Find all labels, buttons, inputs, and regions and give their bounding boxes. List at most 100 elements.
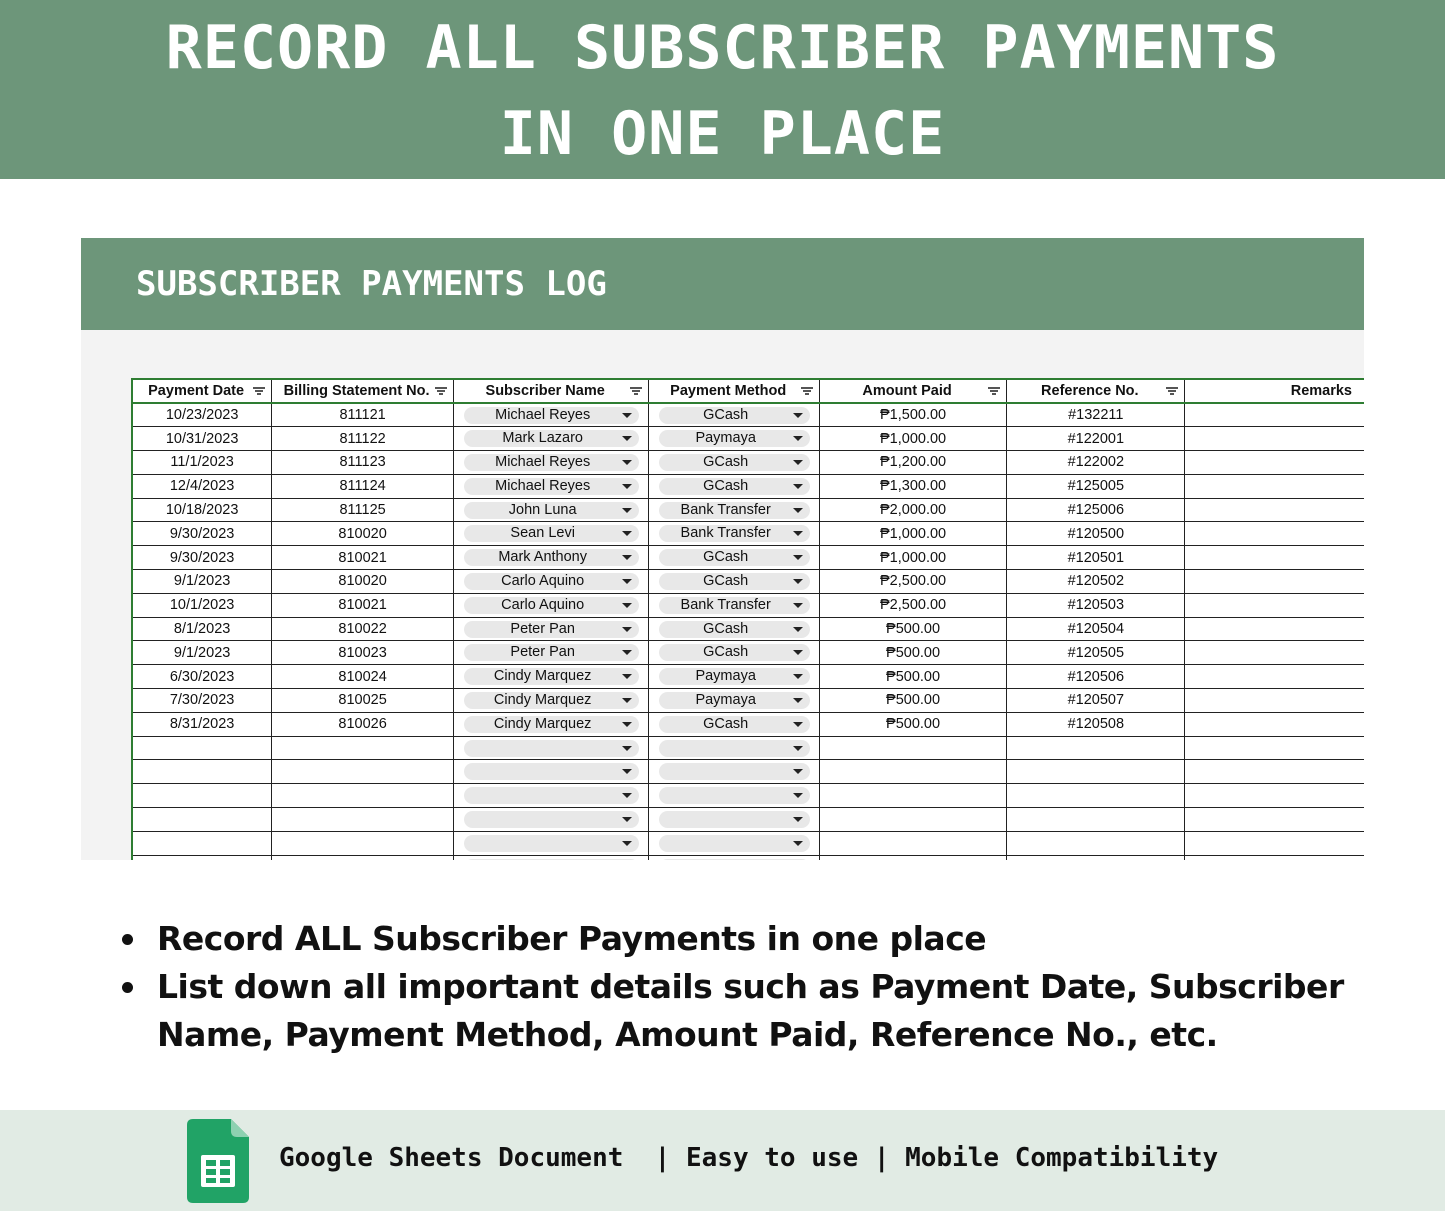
billing-statement-cell[interactable] (271, 736, 454, 761)
reference-no-cell[interactable]: #120502 (1006, 569, 1186, 594)
dropdown-arrow-icon[interactable] (622, 745, 633, 751)
column-header[interactable]: Subscriber Name (453, 378, 650, 404)
filter-icon[interactable] (630, 387, 643, 396)
billing-statement-cell[interactable]: 811121 (271, 403, 454, 428)
reference-no-cell[interactable]: #122002 (1006, 450, 1186, 475)
payment-method-cell[interactable]: Paymaya (648, 688, 820, 713)
subscriber-name-cell[interactable]: Michael Reyes (453, 403, 650, 428)
filter-icon[interactable] (1166, 387, 1179, 396)
subscriber-name-cell[interactable]: Cindy Marquez (453, 664, 650, 690)
amount-paid-cell[interactable]: ₱2,500.00 (819, 593, 1008, 618)
payment-method-cell[interactable]: Bank Transfer (648, 521, 820, 547)
dropdown-arrow-icon[interactable] (622, 769, 633, 775)
payment-method-cell[interactable]: Bank Transfer (648, 593, 820, 618)
payment-method-cell[interactable] (648, 807, 820, 832)
filter-icon[interactable] (988, 387, 1001, 396)
dropdown-arrow-icon[interactable] (622, 507, 633, 513)
dropdown-arrow-icon[interactable] (792, 483, 803, 489)
payment-method-cell[interactable] (648, 855, 820, 860)
dropdown-arrow-icon[interactable] (792, 531, 803, 537)
amount-paid-cell[interactable]: ₱1,500.00 (819, 403, 1008, 428)
billing-statement-cell[interactable]: 810021 (271, 593, 454, 618)
column-header[interactable]: Payment Method (648, 378, 820, 404)
reference-no-cell[interactable]: #120500 (1006, 521, 1186, 547)
reference-no-cell[interactable]: #120507 (1006, 688, 1186, 713)
subscriber-name-cell[interactable]: Mark Lazaro (453, 426, 650, 452)
billing-statement-cell[interactable]: 811123 (271, 450, 454, 475)
payment-method-cell[interactable] (648, 736, 820, 761)
subscriber-dropdown[interactable]: Carlo Aquino (463, 596, 640, 614)
payment-method-cell[interactable]: Paymaya (648, 426, 820, 452)
subscriber-dropdown[interactable]: Peter Pan (463, 644, 640, 662)
subscriber-dropdown[interactable] (463, 834, 640, 852)
remarks-cell[interactable] (1184, 640, 1364, 666)
subscriber-name-cell[interactable] (453, 807, 650, 832)
reference-no-cell[interactable]: #120501 (1006, 545, 1186, 571)
dropdown-arrow-icon[interactable] (622, 602, 633, 608)
payment-date-cell[interactable] (131, 831, 273, 856)
amount-paid-cell[interactable]: ₱500.00 (819, 664, 1008, 690)
payment-date-cell[interactable]: 10/31/2023 (131, 426, 273, 452)
billing-statement-cell[interactable]: 810023 (271, 640, 454, 666)
billing-statement-cell[interactable]: 811125 (271, 498, 454, 523)
reference-no-cell[interactable]: #120503 (1006, 593, 1186, 618)
payment-method-cell[interactable] (648, 783, 820, 809)
subscriber-dropdown[interactable]: Sean Levi (463, 525, 640, 543)
dropdown-arrow-icon[interactable] (622, 816, 633, 822)
amount-paid-cell[interactable]: ₱1,200.00 (819, 450, 1008, 475)
remarks-cell[interactable] (1184, 736, 1364, 761)
subscriber-name-cell[interactable]: Carlo Aquino (453, 593, 650, 618)
dropdown-arrow-icon[interactable] (622, 578, 633, 584)
payment-method-dropdown[interactable]: GCash (659, 644, 810, 662)
dropdown-arrow-icon[interactable] (622, 412, 633, 418)
subscriber-name-cell[interactable]: Sean Levi (453, 521, 650, 547)
dropdown-arrow-icon[interactable] (792, 816, 803, 822)
remarks-cell[interactable] (1184, 521, 1364, 547)
subscriber-dropdown[interactable]: John Luna (463, 501, 640, 519)
dropdown-arrow-icon[interactable] (792, 602, 803, 608)
reference-no-cell[interactable]: #122001 (1006, 426, 1186, 452)
billing-statement-cell[interactable]: 810022 (271, 617, 454, 642)
payment-method-dropdown[interactable]: Bank Transfer (659, 501, 810, 519)
payment-method-dropdown[interactable] (659, 834, 810, 852)
payment-date-cell[interactable]: 8/1/2023 (131, 617, 273, 642)
dropdown-arrow-icon[interactable] (622, 436, 633, 442)
dropdown-arrow-icon[interactable] (792, 793, 803, 799)
billing-statement-cell[interactable]: 810020 (271, 521, 454, 547)
subscriber-dropdown[interactable] (463, 787, 640, 805)
payment-date-cell[interactable] (131, 783, 273, 809)
amount-paid-cell[interactable] (819, 736, 1008, 761)
amount-paid-cell[interactable]: ₱500.00 (819, 640, 1008, 666)
payment-method-dropdown[interactable] (659, 810, 810, 828)
payment-date-cell[interactable]: 10/1/2023 (131, 593, 273, 618)
billing-statement-cell[interactable]: 810024 (271, 664, 454, 690)
dropdown-arrow-icon[interactable] (792, 578, 803, 584)
subscriber-name-cell[interactable]: Michael Reyes (453, 474, 650, 499)
payment-method-dropdown[interactable]: GCash (659, 715, 810, 733)
payment-date-cell[interactable]: 8/31/2023 (131, 712, 273, 737)
dropdown-arrow-icon[interactable] (622, 459, 633, 465)
column-header[interactable]: Remarks (1184, 378, 1364, 404)
subscriber-dropdown[interactable]: Michael Reyes (463, 477, 640, 495)
remarks-cell[interactable] (1184, 783, 1364, 809)
payment-date-cell[interactable]: 7/30/2023 (131, 688, 273, 713)
amount-paid-cell[interactable]: ₱2,500.00 (819, 569, 1008, 594)
filter-icon[interactable] (800, 387, 813, 396)
subscriber-name-cell[interactable]: Carlo Aquino (453, 569, 650, 594)
subscriber-dropdown[interactable]: Cindy Marquez (463, 715, 640, 733)
subscriber-dropdown[interactable] (463, 763, 640, 781)
reference-no-cell[interactable] (1006, 736, 1186, 761)
dropdown-arrow-icon[interactable] (792, 507, 803, 513)
remarks-cell[interactable] (1184, 569, 1364, 594)
reference-no-cell[interactable] (1006, 855, 1186, 860)
subscriber-name-cell[interactable]: Cindy Marquez (453, 688, 650, 713)
amount-paid-cell[interactable] (819, 759, 1008, 785)
amount-paid-cell[interactable] (819, 783, 1008, 809)
amount-paid-cell[interactable]: ₱500.00 (819, 712, 1008, 737)
payment-method-dropdown[interactable]: Bank Transfer (659, 596, 810, 614)
billing-statement-cell[interactable] (271, 831, 454, 856)
billing-statement-cell[interactable]: 811124 (271, 474, 454, 499)
billing-statement-cell[interactable]: 810025 (271, 688, 454, 713)
reference-no-cell[interactable]: #120508 (1006, 712, 1186, 737)
subscriber-name-cell[interactable] (453, 783, 650, 809)
